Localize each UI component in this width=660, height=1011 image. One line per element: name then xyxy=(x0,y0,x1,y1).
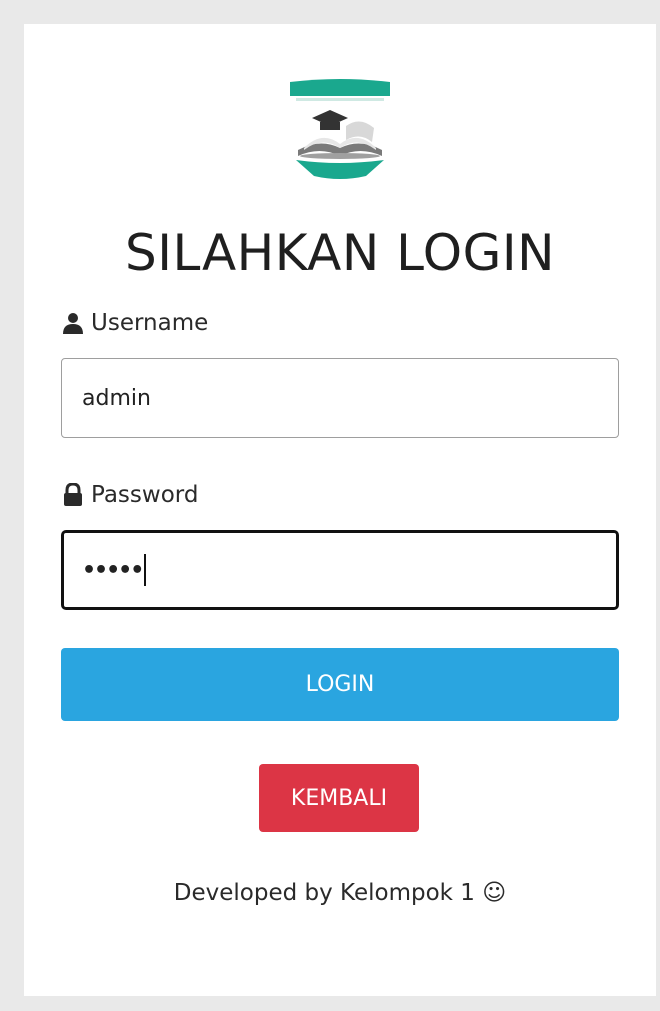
lock-icon xyxy=(64,483,82,506)
login-button[interactable]: LOGIN xyxy=(61,648,619,721)
footer-credit: Developed by Kelompok 1 ☺ xyxy=(173,880,507,906)
school-logo xyxy=(290,79,390,179)
username-value: admin xyxy=(82,385,151,411)
user-icon xyxy=(63,313,83,334)
username-label-text: Username xyxy=(91,310,209,336)
password-input[interactable]: ••••• xyxy=(61,530,619,610)
login-card: SILAHKAN LOGIN Username admin Password •… xyxy=(24,24,656,996)
username-input[interactable]: admin xyxy=(61,358,619,438)
text-caret xyxy=(144,554,147,586)
password-label-text: Password xyxy=(91,482,199,508)
page-title: SILAHKAN LOGIN xyxy=(124,224,556,282)
password-label: Password xyxy=(61,482,198,508)
username-label: Username xyxy=(61,310,208,336)
password-masked-value: ••••• xyxy=(82,557,144,583)
back-button[interactable]: KEMBALI xyxy=(259,764,419,832)
